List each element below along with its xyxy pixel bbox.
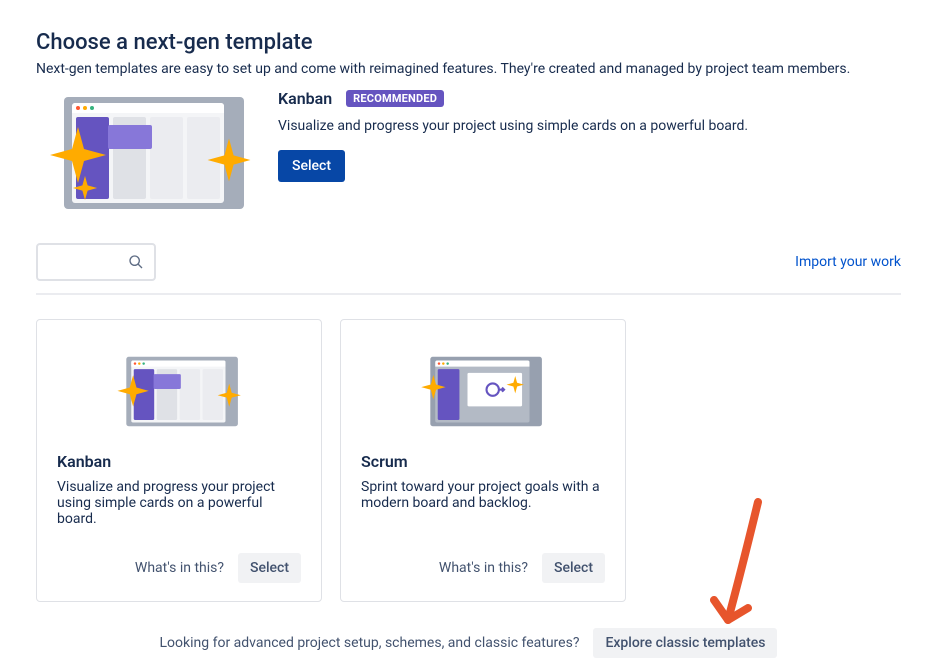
- divider: [36, 293, 901, 295]
- import-work-link[interactable]: Import your work: [795, 254, 901, 270]
- template-card-scrum: Scrum Sprint toward your project goals w…: [340, 319, 626, 602]
- recommended-badge: RECOMMENDED: [346, 90, 444, 107]
- scrum-card-thumbnail: [361, 334, 605, 444]
- featured-template: Kanban RECOMMENDED Visualize and progres…: [36, 89, 901, 215]
- search-input[interactable]: [36, 243, 156, 281]
- sparkle-icon: [206, 137, 252, 183]
- template-card-kanban: Kanban Visualize and progress your proje…: [36, 319, 322, 602]
- template-description: Visualize and progress your project usin…: [57, 479, 301, 527]
- sprint-icon: [482, 377, 507, 402]
- kanban-thumbnail: [54, 89, 248, 215]
- template-grid: Kanban Visualize and progress your proje…: [36, 319, 901, 602]
- template-description: Sprint toward your project goals with a …: [361, 479, 605, 527]
- sparkle-icon: [72, 175, 98, 201]
- page-title: Choose a next-gen template: [36, 30, 901, 55]
- featured-name: Kanban: [278, 89, 332, 108]
- kanban-card-thumbnail: [57, 334, 301, 444]
- select-template-button[interactable]: Select: [238, 553, 301, 583]
- search-icon: [128, 254, 144, 270]
- template-name: Scrum: [361, 452, 605, 471]
- template-name: Kanban: [57, 452, 301, 471]
- footer: Looking for advanced project setup, sche…: [0, 628, 937, 658]
- footer-text: Looking for advanced project setup, sche…: [160, 635, 580, 651]
- whats-in-this-link[interactable]: What's in this?: [439, 560, 528, 576]
- featured-description: Visualize and progress your project usin…: [278, 118, 748, 134]
- whats-in-this-link[interactable]: What's in this?: [135, 560, 224, 576]
- select-featured-button[interactable]: Select: [278, 150, 345, 182]
- explore-classic-button[interactable]: Explore classic templates: [593, 628, 777, 658]
- page-subtitle: Next-gen templates are easy to set up an…: [36, 61, 901, 77]
- select-template-button[interactable]: Select: [542, 553, 605, 583]
